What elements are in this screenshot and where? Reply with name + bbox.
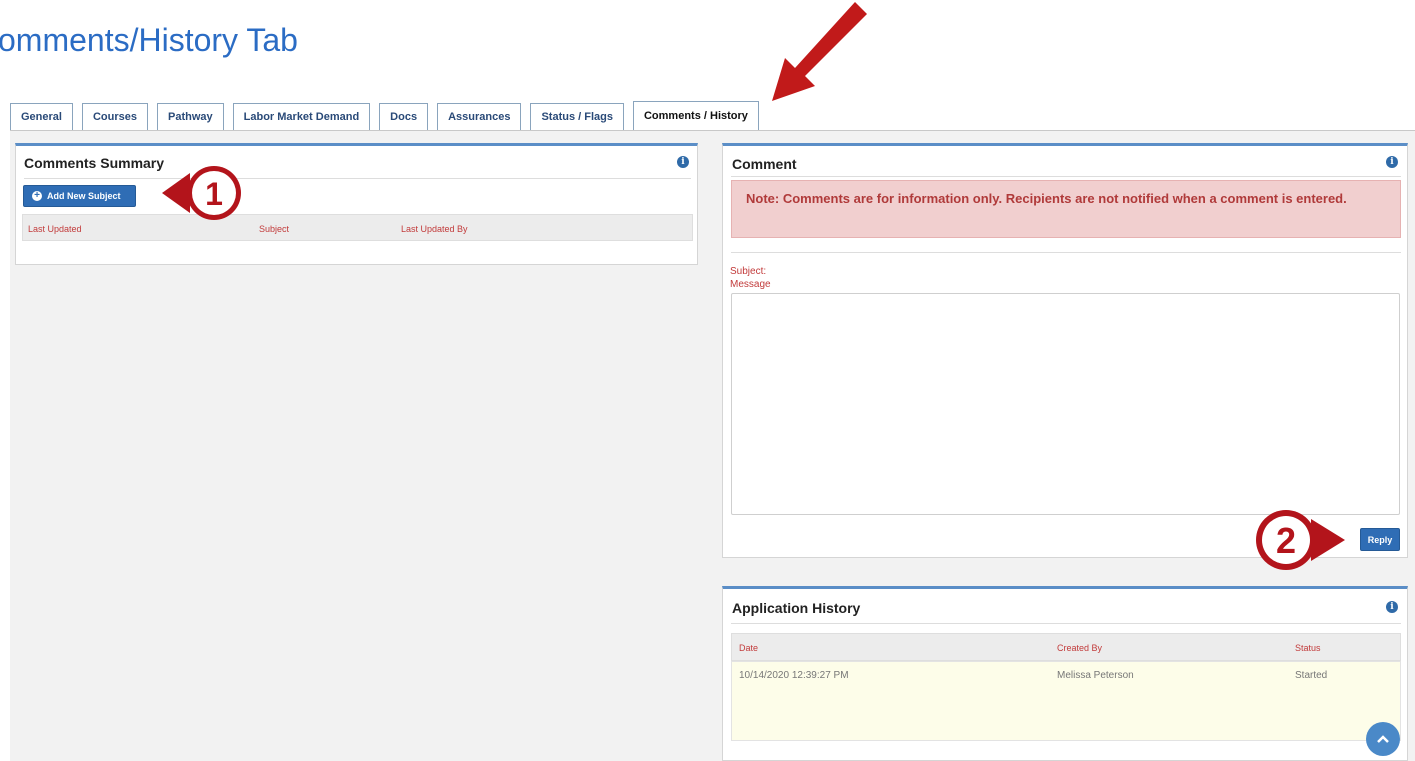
reply-button[interactable]: Reply [1360,528,1400,551]
tab-status-flags[interactable]: Status / Flags [530,103,624,130]
panel-divider [731,623,1401,624]
scroll-to-top-button[interactable] [1366,722,1400,756]
comment-notice: Note: Comments are for information only.… [731,180,1401,238]
application-history-title: Application History [732,600,861,616]
red-arrow-pointer [772,2,867,101]
plus-circle-icon: + [32,191,42,201]
history-grid-body: 10/14/2020 12:39:27 PM Melissa Peterson … [731,661,1401,741]
callout-2-badge: 2 [1256,510,1345,570]
callout-2-number: 2 [1276,520,1296,561]
add-new-subject-label: Add New Subject [47,191,121,201]
message-label: Message [730,279,771,290]
info-icon[interactable]: i [1386,601,1398,613]
history-date: 10/14/2020 12:39:27 PM [739,670,849,681]
tab-docs[interactable]: Docs [379,103,429,130]
tab-bar: General Courses Pathway Labor Market Dem… [10,101,759,130]
history-grid-header: Date Created By Status [731,633,1401,661]
comment-panel: Comment i Note: Comments are for informa… [722,143,1408,558]
column-header-date[interactable]: Date [739,643,758,653]
column-header-last-updated-by[interactable]: Last Updated By [401,224,468,234]
message-textarea[interactable] [731,293,1400,515]
info-icon[interactable]: i [677,156,689,168]
slide-title: omments/History Tab [0,22,298,58]
tab-general[interactable]: General [10,103,73,130]
column-header-subject[interactable]: Subject [259,224,289,234]
history-status: Started [1295,670,1328,681]
history-created-by: Melissa Peterson [1057,670,1134,681]
application-history-panel: Application History i Date Created By St… [722,586,1408,761]
comment-title: Comment [732,156,797,172]
callout-1-badge: 1 [162,166,241,220]
comments-summary-panel: Comments Summary i + Add New Subject Las… [15,143,698,265]
comments-summary-grid-header: Last Updated Subject Last Updated By [22,214,693,241]
comments-summary-title: Comments Summary [24,155,165,171]
add-new-subject-button[interactable]: + Add New Subject [23,185,136,207]
tab-pathway[interactable]: Pathway [157,103,224,130]
column-header-last-updated[interactable]: Last Updated [28,224,82,234]
panel-divider [731,252,1401,253]
callout-1-number: 1 [205,176,223,212]
table-row[interactable]: 10/14/2020 12:39:27 PM Melissa Peterson … [732,662,1400,686]
chevron-up-icon [1377,735,1389,743]
panel-divider [24,178,691,179]
column-header-status[interactable]: Status [1295,643,1321,653]
tab-labor-market-demand[interactable]: Labor Market Demand [232,103,371,130]
subject-label: Subject: [730,266,767,277]
tab-assurances[interactable]: Assurances [437,103,522,130]
tab-courses[interactable]: Courses [81,103,148,130]
column-header-created-by[interactable]: Created By [1057,643,1102,653]
info-icon[interactable]: i [1386,156,1398,168]
tab-comments-history[interactable]: Comments / History [632,101,759,130]
panel-divider [731,176,1401,177]
